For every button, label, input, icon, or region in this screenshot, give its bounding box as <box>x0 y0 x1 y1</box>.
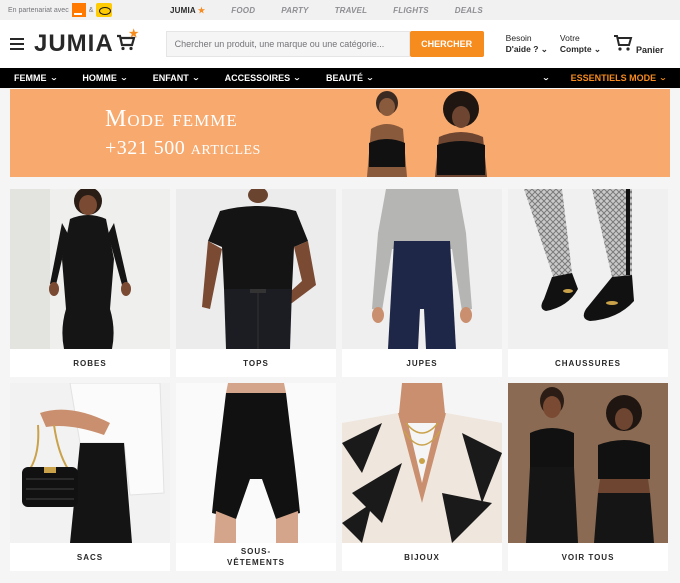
category-card-sacs[interactable]: SACS <box>10 383 170 571</box>
chevron-down-icon: ⌄ <box>540 44 548 54</box>
chevron-down-icon: ⌄ <box>119 75 128 82</box>
category-label: CHAUSSURES <box>554 358 621 368</box>
category-label: SACS <box>76 552 104 562</box>
category-label: JUPES <box>406 358 438 368</box>
partner-amp: & <box>88 6 94 14</box>
partner-text: En partenariat avec <box>8 6 69 14</box>
menu-icon[interactable] <box>10 38 24 50</box>
category-card-sous-vetements[interactable]: SOUS- VÊTEMENTS <box>176 383 336 571</box>
nav-item-essentiels-mode[interactable]: ESSENTIELS MODE ⌄ <box>571 73 668 83</box>
sub-brand-food[interactable]: FOOD <box>231 6 255 15</box>
help-line2: D'aide ? <box>505 44 539 54</box>
chevron-down-icon[interactable]: ⌄ <box>542 74 550 82</box>
main-header: JUMIA ★ Chercher un produit, une marque … <box>0 20 680 68</box>
banner-models-image <box>367 91 487 177</box>
banner-subtitle: +321 500 articles <box>105 137 261 159</box>
sub-brand-flights[interactable]: FLIGHTS <box>393 6 429 15</box>
chevron-down-icon: ⌄ <box>365 75 375 82</box>
sacs-image <box>10 383 170 543</box>
search-button[interactable]: CHERCHER <box>409 31 484 57</box>
brand-name: JUMIA <box>34 30 114 57</box>
mtn-logo[interactable] <box>96 3 113 17</box>
sous-vetements-image <box>176 383 336 543</box>
help-line1: Besoin <box>505 33 532 43</box>
sub-brand-travel[interactable]: TRAVEL <box>335 6 368 15</box>
account-menu[interactable]: Votre Compte ⌄ <box>560 33 601 55</box>
nav-item-enfant[interactable]: ENFANT ⌄ <box>153 73 200 83</box>
category-card-voir-tous[interactable]: VOIR TOUS <box>508 383 668 571</box>
nav-item-femme[interactable]: FEMME ⌄ <box>14 73 58 83</box>
promo-banner[interactable]: Mode femme +321 500 articles <box>10 89 670 177</box>
jumia-logo[interactable]: JUMIA ★ <box>34 28 139 58</box>
jupes-image <box>342 189 502 349</box>
account-line1: Votre <box>559 33 580 43</box>
category-card-robes[interactable]: ROBES <box>10 189 170 377</box>
help-menu[interactable]: Besoin D'aide ? ⌄ <box>506 33 548 55</box>
cart-icon <box>613 34 633 55</box>
chevron-down-icon: ⌄ <box>658 75 668 82</box>
voir-tous-image <box>508 383 668 543</box>
chaussures-image <box>508 189 668 349</box>
robes-image <box>10 189 170 349</box>
partner-block: En partenariat avec & <box>8 3 158 17</box>
sub-brand-deals[interactable]: DEALS <box>455 6 483 15</box>
search-input[interactable]: Chercher un produit, une marque ou une c… <box>165 31 410 57</box>
sub-brands: JUMIA ★ FOOD PARTY TRAVEL FLIGHTS DEALS <box>170 6 483 15</box>
category-nav: FEMME ⌄ HOMME ⌄ ENFANT ⌄ ACCESSOIRES ⌄ BEAUT… <box>0 68 680 88</box>
category-card-bijoux[interactable]: BIJOUX <box>342 383 502 571</box>
category-card-jupes[interactable]: JUPES <box>342 189 502 377</box>
account-line2: Compte <box>559 44 592 54</box>
chevron-down-icon: ⌄ <box>593 44 602 54</box>
category-label: BIJOUX <box>404 552 440 562</box>
nav-item-beaute[interactable]: BEAUTÉ ⌄ <box>326 73 375 83</box>
cart-button[interactable]: Panier <box>613 34 664 55</box>
orange-logo[interactable] <box>71 3 86 17</box>
banner-title: Mode femme <box>105 106 238 132</box>
category-label: VOIR TOUS <box>561 552 615 562</box>
chevron-down-icon: ⌄ <box>49 75 58 82</box>
category-label: TOPS <box>243 358 269 368</box>
star-icon: ★ <box>128 27 140 40</box>
star-icon: ★ <box>197 5 206 15</box>
sub-brand-jumia[interactable]: JUMIA ★ <box>170 6 205 15</box>
chevron-down-icon: ⌄ <box>191 75 200 82</box>
bijoux-image <box>342 383 502 543</box>
nav-item-accessoires[interactable]: ACCESSOIRES ⌄ <box>225 73 302 83</box>
cart-label: Panier <box>636 44 664 55</box>
category-card-chaussures[interactable]: CHAUSSURES <box>508 189 668 377</box>
search-bar: Chercher un produit, une marque ou une c… <box>165 31 484 57</box>
cart-logo-icon: ★ <box>116 28 139 56</box>
tops-image <box>176 189 336 349</box>
category-card-tops[interactable]: TOPS <box>176 189 336 377</box>
partner-strip: En partenariat avec & JUMIA ★ FOOD PARTY … <box>0 0 680 20</box>
chevron-down-icon: ⌄ <box>292 75 302 82</box>
category-grid: ROBES TOPS JUPES CHAUSSURES SACS SOUS- V… <box>10 189 668 571</box>
category-label: SOUS- VÊTEMENTS <box>227 547 285 567</box>
sub-brand-party[interactable]: PARTY <box>281 6 308 15</box>
nav-item-homme[interactable]: HOMME ⌄ <box>82 73 128 83</box>
category-label: ROBES <box>73 358 107 368</box>
